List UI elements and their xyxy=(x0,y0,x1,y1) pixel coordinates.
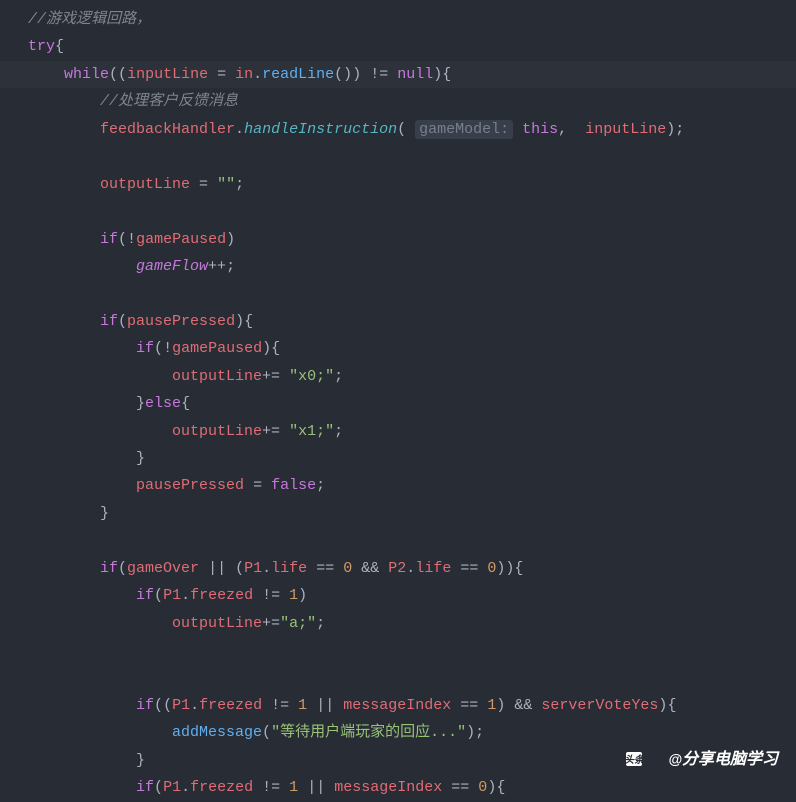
code-line: } xyxy=(0,500,796,527)
code-line: outputLine+="a;"; xyxy=(0,610,796,637)
code-line-active: while((inputLine = in.readLine()) != nul… xyxy=(0,61,796,88)
code-line: if(P1.freezed != 1) xyxy=(0,582,796,609)
keyword-try: try xyxy=(28,38,55,55)
method: readLine xyxy=(262,66,334,83)
method: addMessage xyxy=(172,724,262,741)
keyword-null: null xyxy=(397,66,433,83)
code-line: if(P1.freezed != 1 || messageIndex == 0)… xyxy=(0,774,796,801)
code-line: } xyxy=(0,445,796,472)
watermark-text: @分享电脑学习 xyxy=(668,745,778,774)
code-line: addMessage("等待用户端玩家的回应..."); xyxy=(0,719,796,746)
code-line xyxy=(0,143,796,170)
code-line: if(pausePressed){ xyxy=(0,308,796,335)
code-line xyxy=(0,665,796,692)
code-line: outputLine+= "x0;"; xyxy=(0,363,796,390)
method: handleInstruction xyxy=(244,121,397,138)
code-line xyxy=(0,198,796,225)
param-hint: gameModel: xyxy=(415,120,513,139)
code-line xyxy=(0,280,796,307)
keyword-if: if xyxy=(100,231,118,248)
watermark-logo-icon: 头条 xyxy=(626,750,662,768)
code-line: pausePressed = false; xyxy=(0,472,796,499)
code-line: feedbackHandler.handleInstruction( gameM… xyxy=(0,116,796,143)
code-line: outputLine+= "x1;"; xyxy=(0,418,796,445)
code-line: if(!gamePaused) xyxy=(0,226,796,253)
code-line: //处理客户反馈消息 xyxy=(0,88,796,115)
var: inputLine xyxy=(127,66,208,83)
keyword-if: if xyxy=(100,313,118,330)
watermark: 头条 @分享电脑学习 xyxy=(626,745,778,774)
comment: //游戏逻辑回路， xyxy=(28,11,151,28)
code-editor[interactable]: //游戏逻辑回路， try{ while((inputLine = in.rea… xyxy=(0,0,796,802)
code-line: outputLine = ""; xyxy=(0,171,796,198)
code-line: gameFlow++; xyxy=(0,253,796,280)
keyword-else: else xyxy=(145,395,181,412)
code-line xyxy=(0,637,796,664)
keyword-this: this xyxy=(522,121,558,138)
comment: //处理客户反馈消息 xyxy=(100,93,238,110)
code-line: }else{ xyxy=(0,390,796,417)
code-line xyxy=(0,527,796,554)
code-line: if(!gamePaused){ xyxy=(0,335,796,362)
svg-text:头条: 头条 xyxy=(626,754,646,766)
code-line: if(gameOver || (P1.life == 0 && P2.life … xyxy=(0,555,796,582)
keyword-false: false xyxy=(271,477,316,494)
code-line: try{ xyxy=(0,33,796,60)
code-line: if((P1.freezed != 1 || messageIndex == 1… xyxy=(0,692,796,719)
keyword-while: while xyxy=(64,66,109,83)
code-line: //游戏逻辑回路， xyxy=(0,6,796,33)
